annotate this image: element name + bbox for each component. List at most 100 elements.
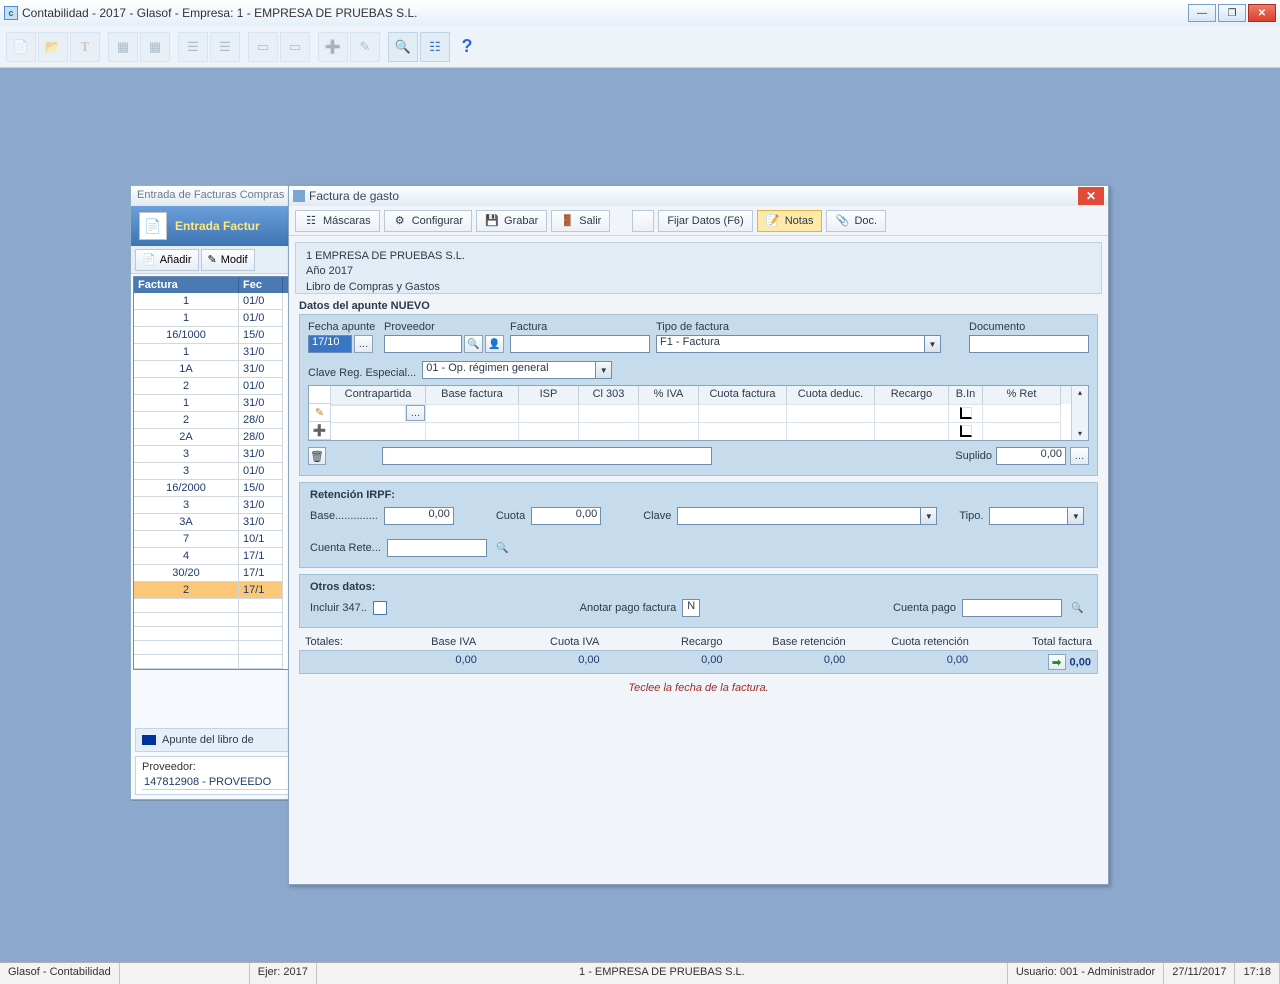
doc-button[interactable]: 📎Doc. bbox=[826, 210, 886, 232]
tb-group1-icon[interactable]: ▭ bbox=[248, 32, 278, 62]
tb-add-icon[interactable]: ➕ bbox=[318, 32, 348, 62]
grid-row-edit-icon[interactable]: ✎ bbox=[309, 404, 331, 422]
tb-group2-icon[interactable]: ▭ bbox=[280, 32, 310, 62]
proveedor-person-button[interactable]: 👤 bbox=[485, 335, 504, 353]
anotar-pago-input[interactable]: N bbox=[682, 599, 700, 617]
grid-corner bbox=[309, 386, 331, 404]
expense-window-titlebar: Factura de gasto ✕ bbox=[289, 186, 1108, 206]
proveedor-search-button[interactable]: 🔍 bbox=[464, 335, 483, 353]
col-factura: Factura bbox=[134, 277, 239, 293]
status-text: Apunte del libro de bbox=[162, 734, 254, 746]
flag-icon bbox=[142, 735, 156, 745]
mascaras-button[interactable]: ☷Máscaras bbox=[295, 210, 380, 232]
provider-label: Proveedor: bbox=[142, 761, 196, 773]
fecha-apunte-label: Fecha apunte bbox=[308, 321, 378, 333]
status-usuario: Usuario: 001 - Administrador bbox=[1008, 963, 1164, 984]
cuota-input[interactable]: 0,00 bbox=[531, 507, 601, 525]
delete-line-button[interactable]: 🗑 bbox=[308, 447, 326, 465]
fecha-apunte-input[interactable]: 17/10 bbox=[308, 335, 352, 353]
cuota-iva-label: Cuota IVA bbox=[482, 634, 605, 650]
document-icon: 📄 bbox=[139, 212, 167, 240]
configurar-button[interactable]: ⚙Configurar bbox=[384, 210, 472, 232]
col-pct-ret: % Ret bbox=[983, 386, 1061, 404]
notas-button[interactable]: 📝Notas bbox=[757, 210, 823, 232]
factura-input[interactable] bbox=[510, 335, 650, 353]
maximize-button[interactable]: ❐ bbox=[1218, 4, 1246, 22]
base-input[interactable]: 0,00 bbox=[384, 507, 454, 525]
cuenta-pago-label: Cuenta pago bbox=[893, 602, 956, 614]
retencion-form: Retención IRPF: Base.............. 0,00 … bbox=[299, 482, 1098, 568]
tb-list1-icon[interactable]: ☰ bbox=[178, 32, 208, 62]
base-iva-label: Base IVA bbox=[359, 634, 482, 650]
app-title: Contabilidad - 2017 - Glasof - Empresa: … bbox=[22, 6, 418, 20]
section-datos-label: Datos del apunte NUEVO bbox=[299, 300, 1098, 312]
bin-checkbox[interactable] bbox=[960, 425, 972, 437]
tipo-factura-select[interactable]: F1 - Factura ▼ bbox=[656, 335, 941, 353]
close-button[interactable]: ✕ bbox=[1248, 4, 1276, 22]
tb-doc2-icon[interactable]: ▦ bbox=[140, 32, 170, 62]
workspace: Entrada de Facturas Compras 📄 Entrada Fa… bbox=[0, 68, 1280, 962]
incluir-347-label: Incluir 347.. bbox=[310, 602, 367, 614]
col-cuota-deduc: Cuota deduc. bbox=[787, 386, 875, 404]
col-bin: B.In bbox=[949, 386, 983, 404]
suplido-lookup-button[interactable]: … bbox=[1070, 447, 1089, 465]
modify-button[interactable]: ✎Modif bbox=[201, 249, 255, 271]
banner-text: Entrada Factur bbox=[175, 219, 260, 233]
col-contrapartida: Contrapartida bbox=[331, 386, 426, 404]
totals-label: Totales: bbox=[299, 634, 359, 650]
bin-checkbox[interactable] bbox=[960, 407, 972, 419]
suplido-label: Suplido bbox=[955, 450, 992, 462]
cuenta-rete-search-button[interactable]: 🔍 bbox=[493, 539, 512, 557]
proveedor-label: Proveedor bbox=[384, 321, 504, 333]
salir-button[interactable]: 🚪Salir bbox=[551, 210, 610, 232]
incluir-347-checkbox[interactable] bbox=[373, 601, 387, 615]
cuota-label: Cuota bbox=[496, 510, 525, 522]
total-factura-label: Total factura bbox=[975, 634, 1098, 650]
expense-invoice-window: Factura de gasto ✕ ☷Máscaras ⚙Configurar… bbox=[288, 185, 1109, 885]
tb-report-icon[interactable]: ☷ bbox=[420, 32, 450, 62]
base-iva-value: 0,00 bbox=[360, 651, 483, 673]
cuenta-pago-search-button[interactable]: 🔍 bbox=[1068, 599, 1087, 617]
config-icon: ⚙ bbox=[393, 214, 407, 228]
company-name: 1 EMPRESA DE PRUEBAS S.L. bbox=[306, 249, 736, 264]
tb-help-icon[interactable]: ? bbox=[452, 32, 482, 62]
company-year: Año 2017 bbox=[306, 264, 736, 279]
lines-grid[interactable]: ✎ ➕ Contrapartida Base factura ISP Cl 30… bbox=[308, 385, 1089, 441]
expense-window-close-button[interactable]: ✕ bbox=[1078, 187, 1104, 205]
go-icon[interactable]: ➡ bbox=[1048, 654, 1066, 670]
cuenta-rete-input[interactable] bbox=[387, 539, 487, 557]
grabar-button[interactable]: 💾Grabar bbox=[476, 210, 547, 232]
clave-label: Clave bbox=[643, 510, 671, 522]
tb-search-icon[interactable]: 🔍 bbox=[388, 32, 418, 62]
col-recargo: Recargo bbox=[875, 386, 949, 404]
tb-text-icon[interactable]: T bbox=[70, 32, 100, 62]
total-factura-value: 0,00 bbox=[1070, 657, 1091, 669]
expense-toolbar: ☷Máscaras ⚙Configurar 💾Grabar 🚪Salir Fij… bbox=[289, 206, 1108, 236]
app-icon: c bbox=[4, 6, 18, 20]
tb-list2-icon[interactable]: ☰ bbox=[210, 32, 240, 62]
grid-row[interactable] bbox=[331, 422, 1071, 440]
contrapartida-lookup-button[interactable]: … bbox=[406, 405, 425, 421]
description-input[interactable] bbox=[382, 447, 712, 465]
grid-row[interactable]: … bbox=[331, 404, 1071, 422]
minimize-button[interactable]: — bbox=[1188, 4, 1216, 22]
tb-edit-icon[interactable]: ✎ bbox=[350, 32, 380, 62]
blank-button[interactable] bbox=[632, 210, 654, 232]
fecha-lookup-button[interactable]: … bbox=[354, 335, 373, 353]
proveedor-input[interactable] bbox=[384, 335, 462, 353]
grid-row-add-icon[interactable]: ➕ bbox=[309, 422, 331, 440]
cuota-ret-value: 0,00 bbox=[851, 651, 974, 673]
grid-scrollbar[interactable]: ▴▾ bbox=[1071, 386, 1088, 440]
col-pct-iva: % IVA bbox=[639, 386, 699, 404]
tb-new-icon[interactable]: 📄 bbox=[6, 32, 36, 62]
suplido-input[interactable]: 0,00 bbox=[996, 447, 1066, 465]
add-button[interactable]: 📄Añadir bbox=[135, 249, 199, 271]
tipo-select[interactable]: ▼ bbox=[989, 507, 1084, 525]
tb-open-icon[interactable]: 📂 bbox=[38, 32, 68, 62]
fijar-datos-button[interactable]: Fijar Datos (F6) bbox=[658, 210, 752, 232]
clave-select[interactable]: ▼ bbox=[677, 507, 937, 525]
cuenta-pago-input[interactable] bbox=[962, 599, 1062, 617]
tb-doc1-icon[interactable]: ▦ bbox=[108, 32, 138, 62]
documento-input[interactable] bbox=[969, 335, 1089, 353]
clave-reg-select[interactable]: 01 - Op. régimen general ▼ bbox=[422, 361, 612, 379]
